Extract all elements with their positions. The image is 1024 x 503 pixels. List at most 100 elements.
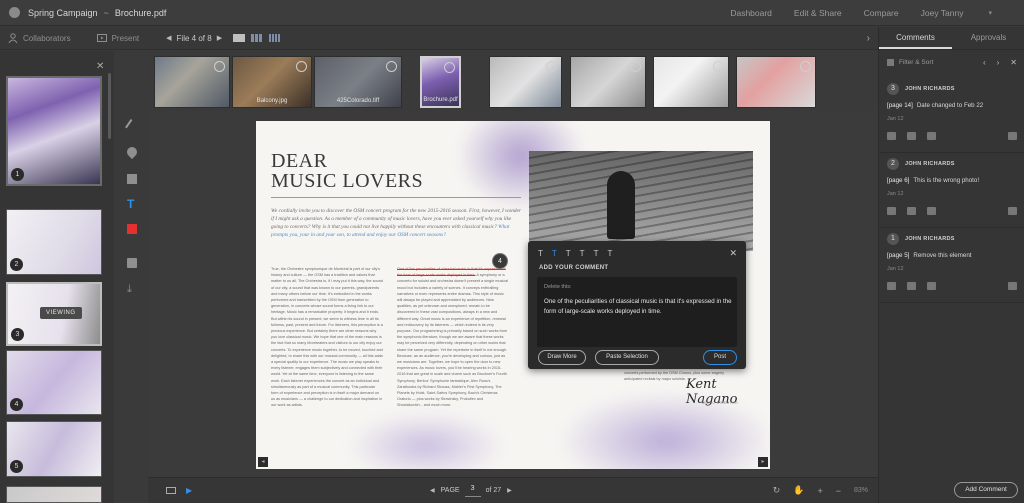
thumbnail-scrollbar[interactable] <box>108 73 111 139</box>
comment-author: JOHN RICHARDS <box>905 161 955 167</box>
popup-heading: ADD YOUR COMMENT <box>539 265 609 271</box>
comment-page-ref[interactable]: [page 5] <box>887 252 909 259</box>
breadcrumb-separator: ~ <box>103 7 109 18</box>
hand-icon[interactable]: ✋ <box>793 485 804 496</box>
comment-page-ref[interactable]: [page 6] <box>887 177 909 184</box>
page-thumbnail[interactable]: 5 <box>6 421 102 477</box>
nav-edit-share[interactable]: Edit & Share <box>794 8 842 18</box>
tab-approvals[interactable]: Approvals <box>952 27 1024 49</box>
page-thumbnail[interactable] <box>6 486 102 503</box>
comment-page-ref[interactable]: [page 14] <box>887 102 913 109</box>
comment-author: JOHN RICHARDS <box>905 86 955 92</box>
check-icon[interactable] <box>907 207 916 215</box>
project-name[interactable]: Spring Campaign <box>28 8 98 18</box>
page-thumbnail[interactable]: 1 <box>6 76 102 186</box>
chevron-left-icon[interactable]: ◀ <box>430 487 435 494</box>
drop-icon[interactable] <box>124 144 140 160</box>
text-format-button[interactable]: T <box>580 249 585 258</box>
refresh-icon[interactable]: ↻ <box>773 485 781 496</box>
delete-icon[interactable] <box>1008 132 1017 140</box>
text-icon[interactable]: T <box>127 197 137 211</box>
close-icon[interactable]: ✕ <box>96 61 104 72</box>
chevron-right-icon[interactable]: › <box>997 58 1000 67</box>
chevron-right-icon[interactable]: › <box>867 33 870 44</box>
bottom-bar: ▶ ◀ PAGE 3 of 27 ▶ ↻ ✋ + − 83% <box>148 477 878 503</box>
close-icon[interactable]: ✕ <box>1010 58 1017 67</box>
text-format-button[interactable]: T <box>538 249 543 258</box>
download-icon[interactable]: ⤓ <box>127 283 137 295</box>
check-icon <box>214 61 225 72</box>
page-input[interactable]: 3 <box>464 485 481 497</box>
text-format-button[interactable]: T <box>607 249 612 258</box>
strikethrough-button[interactable]: T <box>552 249 557 258</box>
comment-marker[interactable]: 4 <box>492 253 508 269</box>
chevron-left-icon[interactable]: ◂ <box>258 457 268 467</box>
delete-icon[interactable] <box>1008 282 1017 290</box>
check-icon[interactable] <box>907 282 916 290</box>
print-icon[interactable] <box>127 258 137 268</box>
zoom-in-icon[interactable]: + <box>817 486 822 496</box>
pen-icon[interactable] <box>125 119 139 133</box>
grid-view-icon[interactable] <box>269 34 282 42</box>
collaborators-button[interactable]: Collaborators <box>8 33 71 43</box>
signature-role: MUSIC DIRECTOR <box>702 401 739 405</box>
color-icon[interactable] <box>127 224 137 234</box>
file-thumbnail[interactable] <box>570 56 646 108</box>
comment-date: Jan 12 <box>887 116 904 122</box>
screen-icon[interactable] <box>166 487 176 494</box>
draw-more-button[interactable]: Draw More <box>538 350 586 365</box>
file-thumbnail[interactable] <box>653 56 729 108</box>
file-thumbnail-current[interactable]: Brochure.pdf <box>420 56 461 108</box>
file-thumbnail[interactable]: Balcony.jpg <box>232 56 312 108</box>
play-icon[interactable]: ▶ <box>186 486 192 495</box>
nav-dashboard[interactable]: Dashboard <box>730 8 772 18</box>
page-thumbnail-current[interactable]: VIEWING 3 <box>6 282 102 346</box>
annotation-tools: T ⤓ <box>114 51 148 503</box>
reply-icon[interactable] <box>887 282 896 290</box>
present-button[interactable]: Present <box>96 33 139 43</box>
chevron-left-icon[interactable]: ◀ <box>166 34 171 42</box>
info-icon[interactable] <box>9 7 20 18</box>
file-thumbnail[interactable] <box>154 56 230 108</box>
check-icon[interactable] <box>907 132 916 140</box>
page-thumbnail[interactable]: 2 <box>6 209 102 275</box>
text-format-button[interactable]: T <box>594 249 599 258</box>
shape-icon[interactable] <box>127 174 137 184</box>
file-thumbnail[interactable] <box>489 56 562 108</box>
text-format-button[interactable]: T <box>566 249 571 258</box>
paste-selection-button[interactable]: Paste Selection <box>595 350 659 365</box>
file-thumbnail[interactable]: 425Colorado.tiff <box>314 56 402 108</box>
document-canvas[interactable]: DEAR MUSIC LOVERS We cordially invite yo… <box>148 111 878 477</box>
user-menu[interactable]: Joey Tanny ▾ <box>921 8 1014 18</box>
chevron-left-icon[interactable]: ‹ <box>983 58 986 67</box>
chevron-down-icon[interactable] <box>927 207 936 215</box>
reply-icon[interactable] <box>887 207 896 215</box>
add-comment-button[interactable]: Add Comment <box>954 482 1018 498</box>
comments-panel: Comments Approvals Filter & Sort ‹ › ✕ 3… <box>878 27 1024 503</box>
chevron-down-icon[interactable] <box>927 132 936 140</box>
comment-item[interactable]: 1 JOHN RICHARDS [page 5] Remove this elem… <box>879 228 1024 303</box>
chevron-down-icon: ▾ <box>988 10 992 17</box>
zoom-level[interactable]: 83% <box>854 487 868 494</box>
delete-icon[interactable] <box>1008 207 1017 215</box>
single-view-icon[interactable] <box>233 34 246 42</box>
filter-icon[interactable] <box>887 59 894 66</box>
chevron-right-icon[interactable]: ▶ <box>217 34 222 42</box>
chevron-right-icon[interactable]: ▶ <box>507 487 512 494</box>
comment-item[interactable]: 3 JOHN RICHARDS [page 14] Date changed to… <box>879 78 1024 153</box>
zoom-out-icon[interactable]: − <box>836 486 841 496</box>
reply-icon[interactable] <box>887 132 896 140</box>
tab-comments[interactable]: Comments <box>879 27 952 49</box>
file-thumbnail[interactable] <box>736 56 816 108</box>
close-icon[interactable]: ✕ <box>729 248 737 259</box>
filter-sort-button[interactable]: Filter & Sort <box>899 59 933 66</box>
comment-textarea[interactable]: Delete this: One of the peculiarities of… <box>537 277 737 347</box>
comment-number: 1 <box>887 233 899 245</box>
nav-compare[interactable]: Compare <box>864 8 899 18</box>
comment-item[interactable]: 2 JOHN RICHARDS [page 6] This is the wron… <box>879 153 1024 228</box>
double-view-icon[interactable] <box>251 34 264 42</box>
chevron-right-icon[interactable]: ▸ <box>758 457 768 467</box>
post-button[interactable]: Post <box>703 350 737 365</box>
chevron-down-icon[interactable] <box>927 282 936 290</box>
page-thumbnail[interactable]: 4 <box>6 350 102 415</box>
